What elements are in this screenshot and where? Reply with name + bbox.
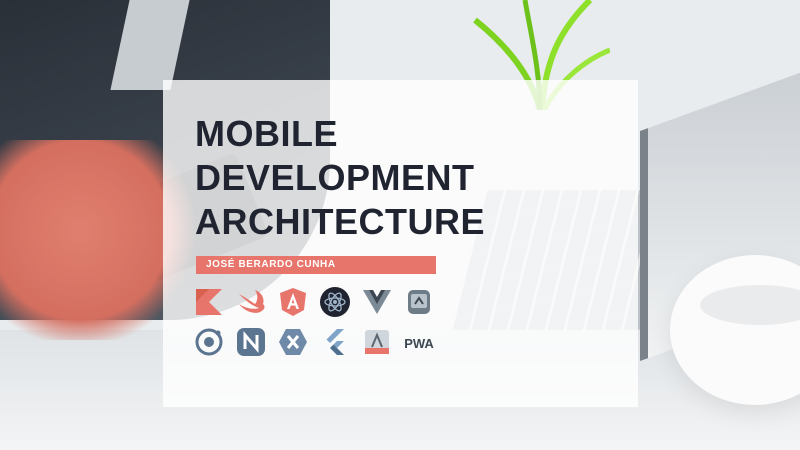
icon-row-1 <box>193 286 443 318</box>
flutter-icon <box>319 326 351 358</box>
angular-icon <box>277 286 309 318</box>
pwa-label: PWA <box>404 336 434 351</box>
title-card: MOBILE DEVELOPMENT ARCHITECTURE JOSÉ BER… <box>163 80 638 407</box>
title-line-3: ARCHITECTURE <box>195 201 485 242</box>
kotlin-icon <box>193 286 225 318</box>
vue-icon <box>361 286 393 318</box>
xcode-icon <box>403 286 435 318</box>
swift-icon <box>235 286 267 318</box>
title-line-1: MOBILE <box>195 113 338 154</box>
author-banner: JOSÉ BERARDO CUNHA <box>196 256 436 274</box>
pwa-icon: PWA <box>403 326 435 358</box>
xamarin-icon <box>277 326 309 358</box>
icon-row-2: PWA <box>193 326 443 358</box>
ionic-icon <box>193 326 225 358</box>
react-icon <box>319 286 351 318</box>
technology-icons: PWA <box>193 286 443 366</box>
slide-title: MOBILE DEVELOPMENT ARCHITECTURE <box>195 112 485 244</box>
title-line-2: DEVELOPMENT <box>195 157 475 198</box>
nativescript-icon <box>235 326 267 358</box>
android-studio-icon <box>361 326 393 358</box>
